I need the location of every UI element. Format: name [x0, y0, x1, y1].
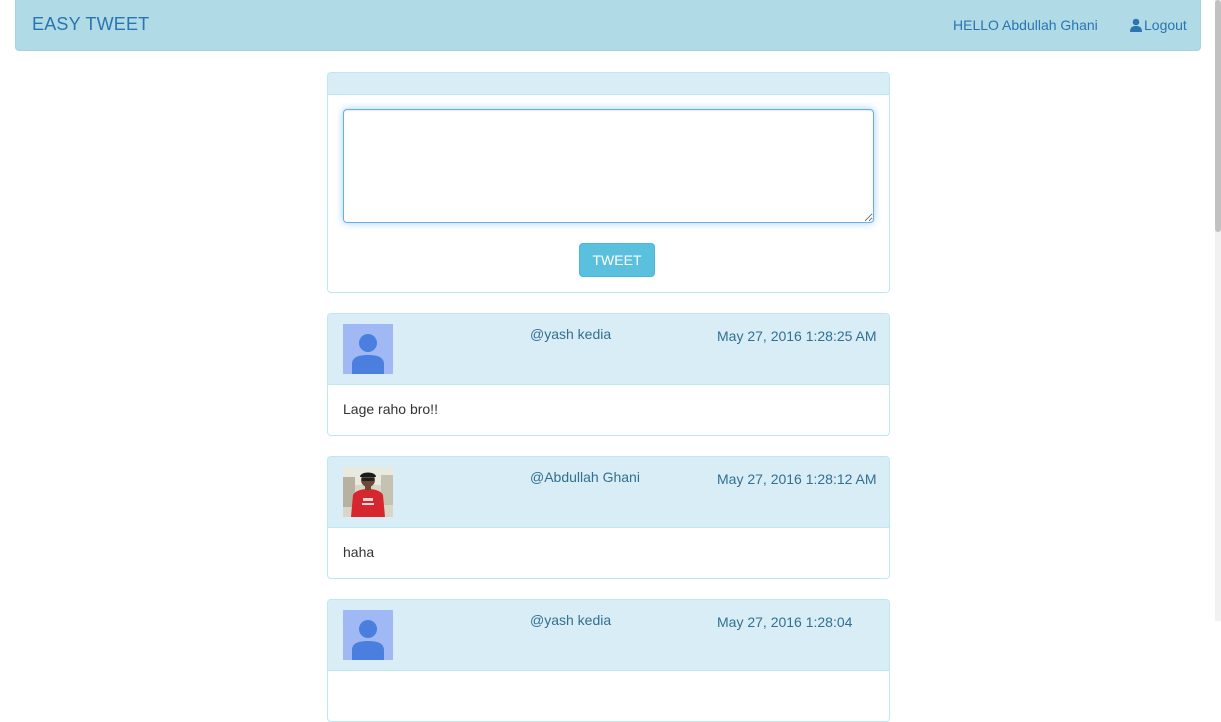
default-user-avatar: [343, 324, 393, 374]
tweet-card: @Abdullah Ghani May 27, 2016 1:28:12 AM …: [327, 456, 890, 579]
tweet-button[interactable]: TWEET: [579, 243, 655, 277]
tweet-text: Lage raho bro!!: [343, 401, 438, 417]
scrollbar-thumb[interactable]: [1215, 0, 1221, 232]
user-greeting[interactable]: HELLO Abdullah Ghani: [953, 17, 1098, 33]
tweet-card: @yash kedia May 27, 2016 1:28:04: [327, 599, 890, 722]
tweet-timestamp: May 27, 2016 1:28:25 AM: [717, 328, 877, 344]
compose-panel: TWEET: [327, 72, 890, 293]
tweet-handle[interactable]: @Abdullah Ghani: [530, 469, 640, 485]
tweet-header: @yash kedia May 27, 2016 1:28:25 AM: [328, 314, 889, 385]
top-navbar: EASY TWEET HELLO Abdullah Ghani Logout: [15, 0, 1201, 51]
brand-link[interactable]: EASY TWEET: [32, 14, 149, 35]
logout-link[interactable]: Logout: [1129, 17, 1187, 33]
logout-label: Logout: [1144, 17, 1187, 33]
tweet-text: [328, 671, 889, 721]
tweet-card: @yash kedia May 27, 2016 1:28:25 AM Lage…: [327, 313, 890, 436]
photo-avatar: [343, 467, 393, 517]
user-icon: [1130, 18, 1142, 32]
tweet-handle[interactable]: @yash kedia: [530, 326, 611, 342]
tweet-timestamp: May 27, 2016 1:28:04: [717, 614, 853, 630]
tweet-text: haha: [343, 544, 375, 560]
tweet-header: @Abdullah Ghani May 27, 2016 1:28:12 AM: [328, 457, 889, 528]
page-scrollbar[interactable]: [1215, 0, 1221, 621]
tweet-textarea[interactable]: [343, 109, 874, 223]
tweet-header: @yash kedia May 27, 2016 1:28:04: [328, 600, 889, 671]
compose-panel-heading: [328, 73, 889, 95]
default-user-avatar: [343, 610, 393, 660]
tweet-handle[interactable]: @yash kedia: [530, 612, 611, 628]
tweet-timestamp: May 27, 2016 1:28:12 AM: [717, 471, 877, 487]
